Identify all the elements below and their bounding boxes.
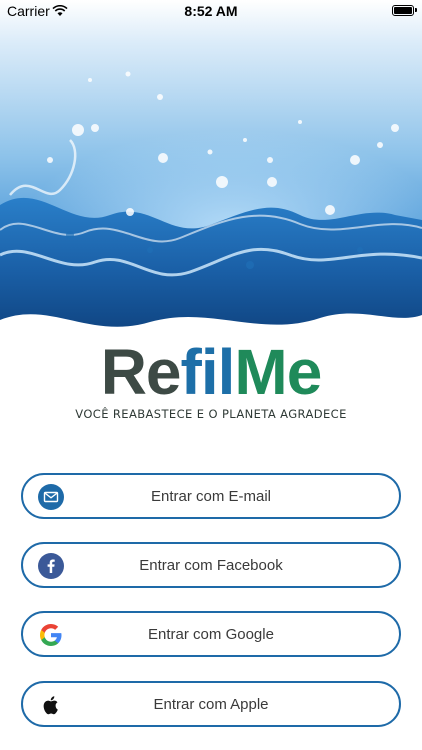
logo-part-me: Me (234, 336, 322, 408)
battery-icon (392, 5, 417, 16)
status-time: 8:52 AM (184, 3, 238, 19)
login-google-button[interactable]: Entrar com Google (21, 611, 401, 657)
login-email-button[interactable]: Entrar com E-mail (21, 473, 401, 519)
login-email-label: Entrar com E-mail (150, 488, 272, 505)
app-logo: RefilMe VOCÊ REABASTECE E O PLANETA AGRA… (0, 335, 422, 435)
hero-water-image: Carrier 8:52 AM (0, 0, 422, 345)
logo-tagline: VOCÊ REABASTECE E O PLANETA AGRADECE (75, 407, 347, 421)
login-facebook-button[interactable]: Entrar com Facebook (21, 542, 401, 588)
login-google-label: Entrar com Google (148, 626, 274, 643)
login-facebook-label: Entrar com Facebook (139, 557, 283, 574)
login-apple-label: Entrar com Apple (153, 696, 269, 713)
status-bar: Carrier 8:52 AM (0, 0, 422, 22)
login-apple-button[interactable]: Entrar com Apple (21, 681, 401, 727)
logo-part-fil: fil (180, 336, 236, 408)
logo-part-re: Re (100, 336, 182, 408)
logo-wordmark: RefilMe (0, 335, 422, 409)
